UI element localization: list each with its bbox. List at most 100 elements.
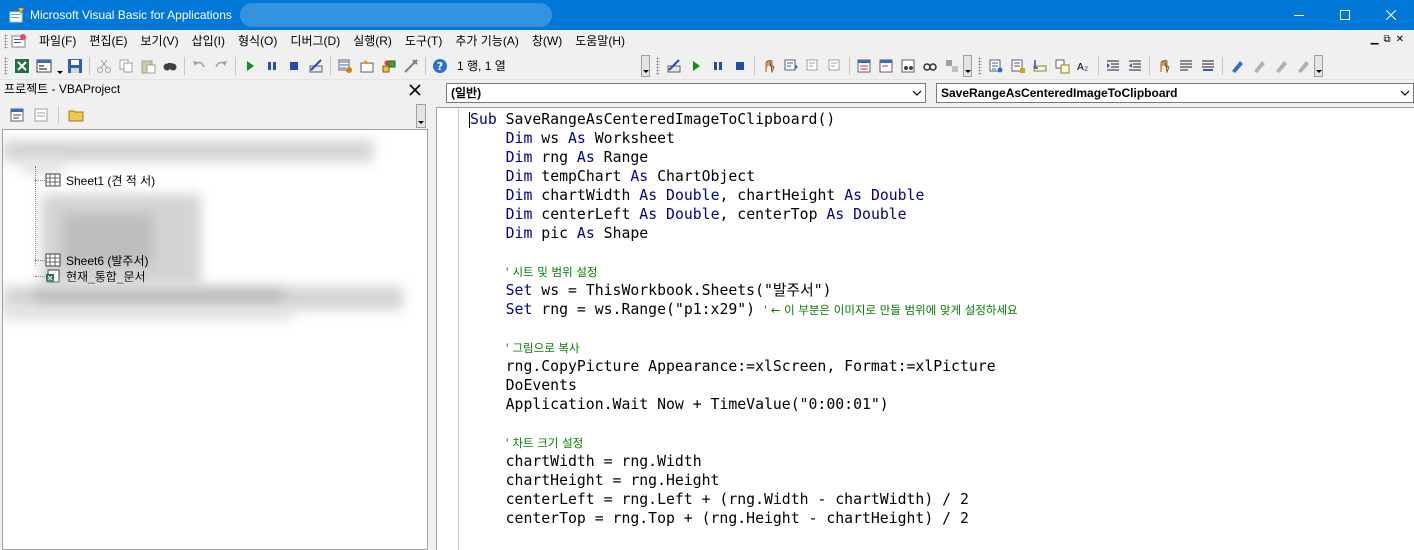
- code-line[interactable]: centerTop = rng.Top + (rng.Height - char…: [470, 509, 1018, 528]
- run-icon[interactable]: [239, 55, 261, 77]
- code-line[interactable]: Sub SaveRangeAsCenteredImageToClipboard(…: [469, 110, 1018, 129]
- insert-dropdown-icon[interactable]: [55, 55, 64, 77]
- paste-icon[interactable]: [137, 55, 159, 77]
- complete-word-icon[interactable]: Az: [1073, 55, 1095, 77]
- mdi-close-icon[interactable]: ✕: [1396, 33, 1404, 47]
- code-line[interactable]: [470, 243, 1018, 262]
- tree-item-thisworkbook[interactable]: 현재_통합_문서: [45, 268, 146, 284]
- toolbar-grip[interactable]: [4, 57, 8, 75]
- properties-window-icon[interactable]: [356, 55, 378, 77]
- uncomment-block-icon[interactable]: [1197, 55, 1219, 77]
- view-object-icon[interactable]: [30, 104, 52, 126]
- menu-run[interactable]: 실행(R): [347, 30, 399, 52]
- parameter-info-icon[interactable]: [1051, 55, 1073, 77]
- reset-edit-icon[interactable]: [729, 55, 751, 77]
- code-line[interactable]: ' 시트 및 범위 설정: [470, 262, 1018, 281]
- code-editor[interactable]: Sub SaveRangeAsCenteredImageToClipboard(…: [436, 107, 1414, 550]
- insert-userform-icon[interactable]: [33, 55, 55, 77]
- menu-debug[interactable]: 디버그(D): [284, 30, 347, 52]
- code-line[interactable]: ' 그림으로 복사: [470, 338, 1018, 357]
- vba-document-icon[interactable]: [11, 33, 27, 49]
- toolbox-icon[interactable]: [400, 55, 422, 77]
- project-tree[interactable]: Sheet1 (견 적 서) Sheet6 (발주서) 현재_통합_문서: [2, 129, 428, 550]
- step-over-icon[interactable]: [802, 55, 824, 77]
- tree-item-sheet6[interactable]: Sheet6 (발주서): [45, 252, 148, 268]
- project-toolbar-options-icon[interactable]: [416, 104, 426, 128]
- debug-toolbar-options-icon[interactable]: [963, 55, 972, 77]
- code-line[interactable]: Dim tempChart As ChartObject: [470, 167, 1018, 186]
- title-bar[interactable]: Microsoft Visual Basic for Applications: [0, 0, 1414, 30]
- tree-item-sheet1[interactable]: Sheet1 (견 적 서): [45, 172, 155, 188]
- code-line[interactable]: ' 차트 크기 설정: [470, 433, 1018, 452]
- code-line[interactable]: [470, 414, 1018, 433]
- chevron-down-icon[interactable]: [908, 84, 925, 102]
- code-line[interactable]: [470, 319, 1018, 338]
- menu-insert[interactable]: 삽입(I): [186, 30, 232, 52]
- outdent-icon[interactable]: [1124, 55, 1146, 77]
- redo-icon[interactable]: [210, 55, 232, 77]
- step-into-icon[interactable]: [780, 55, 802, 77]
- code-line[interactable]: DoEvents: [470, 376, 1018, 395]
- cut-icon[interactable]: [93, 55, 115, 77]
- watch-window-icon[interactable]: [897, 55, 919, 77]
- list-constants-icon[interactable]: [1007, 55, 1029, 77]
- toggle-folders-icon[interactable]: [65, 104, 87, 126]
- view-excel-icon[interactable]: [11, 55, 33, 77]
- close-button[interactable]: [1368, 0, 1414, 30]
- copy-icon[interactable]: [115, 55, 137, 77]
- project-pane-close-button[interactable]: [405, 80, 425, 100]
- maximize-button[interactable]: [1322, 0, 1368, 30]
- menu-grip[interactable]: [4, 33, 8, 49]
- edit-toolbar-grip[interactable]: [656, 57, 660, 75]
- project-explorer-icon[interactable]: [334, 55, 356, 77]
- immediate-window-icon[interactable]: [875, 55, 897, 77]
- step-out-icon[interactable]: [824, 55, 846, 77]
- menu-edit[interactable]: 편집(E): [83, 30, 134, 52]
- chevron-down-icon[interactable]: [1396, 84, 1413, 102]
- menu-help[interactable]: 도움말(H): [569, 30, 632, 52]
- code-line[interactable]: Dim centerLeft As Double, centerTop As D…: [470, 205, 1018, 224]
- breakpoint-margin[interactable]: [437, 108, 459, 550]
- code-line[interactable]: chartWidth = rng.Width: [470, 452, 1018, 471]
- comment-block-icon[interactable]: [1175, 55, 1197, 77]
- code-line[interactable]: Set rng = ws.Range("p1:x29") ' ← 이 부분은 이…: [470, 300, 1018, 319]
- help-icon[interactable]: ?: [429, 55, 451, 77]
- menu-addins[interactable]: 추가 기능(A): [449, 30, 526, 52]
- toggle-bookmark-icon[interactable]: [1226, 55, 1248, 77]
- run-sub-icon[interactable]: [685, 55, 707, 77]
- object-combo[interactable]: (일반): [446, 83, 926, 103]
- mdi-minimize-icon[interactable]: ▁: [1371, 33, 1379, 47]
- code-line[interactable]: Dim ws As Worksheet: [470, 129, 1018, 148]
- code-text[interactable]: Sub SaveRangeAsCenteredImageToClipboard(…: [469, 110, 1018, 528]
- menu-format[interactable]: 형식(O): [232, 30, 284, 52]
- list-properties-icon[interactable]: [985, 55, 1007, 77]
- view-code-icon[interactable]: [6, 104, 28, 126]
- toolbar-options-icon[interactable]: [641, 55, 650, 77]
- break-edit-icon[interactable]: [707, 55, 729, 77]
- undo-icon[interactable]: [188, 55, 210, 77]
- edit-toolbar-options-icon[interactable]: [1314, 55, 1323, 77]
- minimize-button[interactable]: [1276, 0, 1322, 30]
- previous-bookmark-icon[interactable]: [1270, 55, 1292, 77]
- break-icon[interactable]: [261, 55, 283, 77]
- toggle-breakpoint-edit-icon[interactable]: [1153, 55, 1175, 77]
- find-icon[interactable]: [159, 55, 181, 77]
- code-line[interactable]: centerLeft = rng.Left + (rng.Width - cha…: [470, 490, 1018, 509]
- call-stack-icon[interactable]: [941, 55, 963, 77]
- save-icon[interactable]: [64, 55, 86, 77]
- code-line[interactable]: Dim pic As Shape: [470, 224, 1018, 243]
- menu-window[interactable]: 창(W): [526, 30, 569, 52]
- design-mode-icon[interactable]: [305, 55, 327, 77]
- toggle-breakpoint-icon[interactable]: [758, 55, 780, 77]
- edit-toolbar-grip-2[interactable]: [978, 57, 982, 75]
- object-browser-icon[interactable]: [378, 55, 400, 77]
- menu-file[interactable]: 파일(F): [33, 30, 83, 52]
- procedure-combo[interactable]: SaveRangeAsCenteredImageToClipboard: [936, 83, 1414, 103]
- menu-tools[interactable]: 도구(T): [399, 30, 449, 52]
- code-line[interactable]: chartHeight = rng.Height: [470, 471, 1018, 490]
- locals-window-icon[interactable]: [853, 55, 875, 77]
- menu-view[interactable]: 보기(V): [134, 30, 185, 52]
- indent-icon[interactable]: [1102, 55, 1124, 77]
- quick-info-icon[interactable]: [1029, 55, 1051, 77]
- code-line[interactable]: Application.Wait Now + TimeValue("0:00:0…: [470, 395, 1018, 414]
